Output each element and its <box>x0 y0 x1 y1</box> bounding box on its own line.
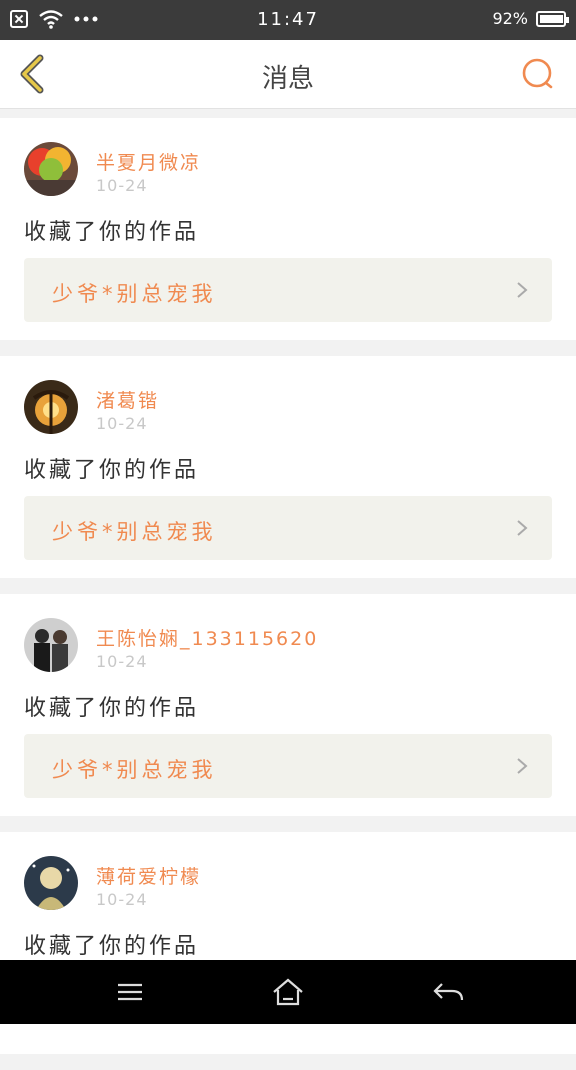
battery-icon <box>536 10 569 27</box>
menu-icon[interactable] <box>110 976 150 1008</box>
avatar[interactable] <box>24 618 78 672</box>
notification-card: 王陈怡娴_133115620 10-24 收藏了你的作品 少爷*别总宠我 <box>0 594 576 816</box>
status-bar: 11:47 92% <box>0 0 576 40</box>
battery-percent: 92% <box>492 9 528 28</box>
status-time: 11:47 <box>257 9 319 30</box>
status-right: 92% <box>492 9 569 28</box>
notification-card: 半夏月微凉 10-24 收藏了你的作品 少爷*别总宠我 <box>0 118 576 340</box>
notification-date: 10-24 <box>96 890 148 909</box>
username[interactable]: 半夏月微凉 <box>96 148 201 175</box>
chevron-right-icon <box>517 282 528 298</box>
action-text: 收藏了你的作品 <box>24 220 200 245</box>
username[interactable]: 王陈怡娴_133115620 <box>96 624 318 651</box>
notification-list: 半夏月微凉 10-24 收藏了你的作品 少爷*别总宠我 渚葛锴 10-24 收藏… <box>0 118 576 1070</box>
action-text: 收藏了你的作品 <box>24 696 200 721</box>
work-link[interactable]: 少爷*别总宠我 <box>24 258 552 322</box>
action-text: 收藏了你的作品 <box>24 458 200 483</box>
work-title: 少爷*别总宠我 <box>52 520 217 544</box>
system-nav-bar <box>0 960 576 1024</box>
page-title: 消息 <box>261 64 314 94</box>
work-title: 少爷*别总宠我 <box>52 282 217 306</box>
chevron-right-icon <box>517 758 528 774</box>
action-text: 收藏了你的作品 <box>24 934 200 959</box>
work-link[interactable]: 少爷*别总宠我 <box>24 734 552 798</box>
back-nav-icon[interactable] <box>428 976 468 1008</box>
work-link[interactable]: 少爷*别总宠我 <box>24 496 552 560</box>
work-title: 少爷*别总宠我 <box>52 758 217 782</box>
chevron-right-icon <box>517 520 528 536</box>
header: 消息 <box>0 40 576 109</box>
notification-date: 10-24 <box>96 414 148 433</box>
avatar[interactable] <box>24 380 78 434</box>
username[interactable]: 渚葛锴 <box>96 386 159 413</box>
notification-date: 10-24 <box>96 652 148 671</box>
home-icon[interactable] <box>268 976 308 1008</box>
avatar[interactable] <box>24 142 78 196</box>
search-icon[interactable] <box>520 56 556 92</box>
notification-card: 渚葛锴 10-24 收藏了你的作品 少爷*别总宠我 <box>0 356 576 578</box>
notification-date: 10-24 <box>96 176 148 195</box>
username[interactable]: 薄荷爱柠檬 <box>96 862 201 889</box>
avatar[interactable] <box>24 856 78 910</box>
